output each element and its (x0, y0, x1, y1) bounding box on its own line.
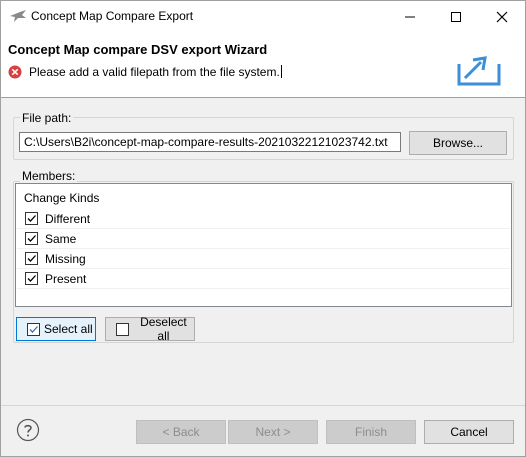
check-icon (27, 275, 36, 282)
footer-separator (1, 405, 525, 406)
close-button[interactable] (479, 1, 525, 32)
file-path-input[interactable]: C:\Users\B2i\concept-map-compare-results… (19, 132, 401, 152)
close-icon (496, 11, 508, 22)
browse-button[interactable]: Browse... (409, 131, 507, 155)
checkbox-different[interactable] (25, 212, 38, 225)
list-item-different[interactable]: Different (17, 209, 510, 229)
list-header: Change Kinds (24, 191, 100, 205)
back-button[interactable]: < Back (136, 420, 226, 444)
check-icon (27, 235, 36, 242)
wizard-banner: Concept Map compare DSV export Wizard Pl… (1, 32, 525, 98)
wizard-title: Concept Map compare DSV export Wizard (8, 42, 268, 57)
list-item-label: Present (45, 272, 87, 286)
deselect-all-button[interactable]: Deselect all (105, 315, 195, 343)
check-icon (27, 215, 36, 222)
error-icon (8, 65, 22, 79)
export-icon (451, 42, 507, 88)
change-kinds-list[interactable]: Change Kinds Different Same Missing Pres… (15, 183, 512, 307)
empty-box-icon (116, 322, 129, 336)
finish-button[interactable]: Finish (326, 420, 416, 444)
list-item-present[interactable]: Present (17, 269, 510, 289)
window-title: Concept Map Compare Export (31, 9, 194, 23)
title-bar: Concept Map Compare Export (1, 1, 525, 32)
file-path-label: File path: (20, 111, 74, 125)
checkbox-same[interactable] (25, 232, 38, 245)
members-label: Members: (20, 169, 78, 183)
list-item-missing[interactable]: Missing (17, 249, 510, 269)
arrow-logo-icon (10, 10, 26, 22)
checkbox-present[interactable] (25, 272, 38, 285)
maximize-button[interactable] (433, 1, 479, 32)
checkbox-missing[interactable] (25, 252, 38, 265)
next-button[interactable]: Next > (228, 420, 318, 444)
list-item-label: Missing (45, 252, 86, 266)
list-item-label: Same (45, 232, 77, 246)
select-all-button[interactable]: Select all (16, 317, 96, 341)
minimize-icon (405, 16, 415, 17)
list-item-same[interactable]: Same (17, 229, 510, 249)
list-item-label: Different (45, 212, 91, 226)
error-message: Please add a valid filepath from the fil… (29, 65, 282, 79)
error-message-text: Please add a valid filepath from the fil… (29, 65, 280, 79)
checked-box-icon (27, 322, 40, 336)
maximize-icon (451, 11, 461, 22)
cancel-button[interactable]: Cancel (424, 420, 514, 444)
check-icon (27, 255, 36, 262)
select-all-label: Select all (44, 322, 93, 336)
text-caret (280, 65, 282, 78)
help-icon[interactable] (16, 418, 40, 442)
dialog-window: Concept Map Compare Export Concept Map c… (0, 0, 526, 457)
minimize-button[interactable] (387, 1, 433, 32)
deselect-all-label: Deselect all (140, 315, 187, 343)
